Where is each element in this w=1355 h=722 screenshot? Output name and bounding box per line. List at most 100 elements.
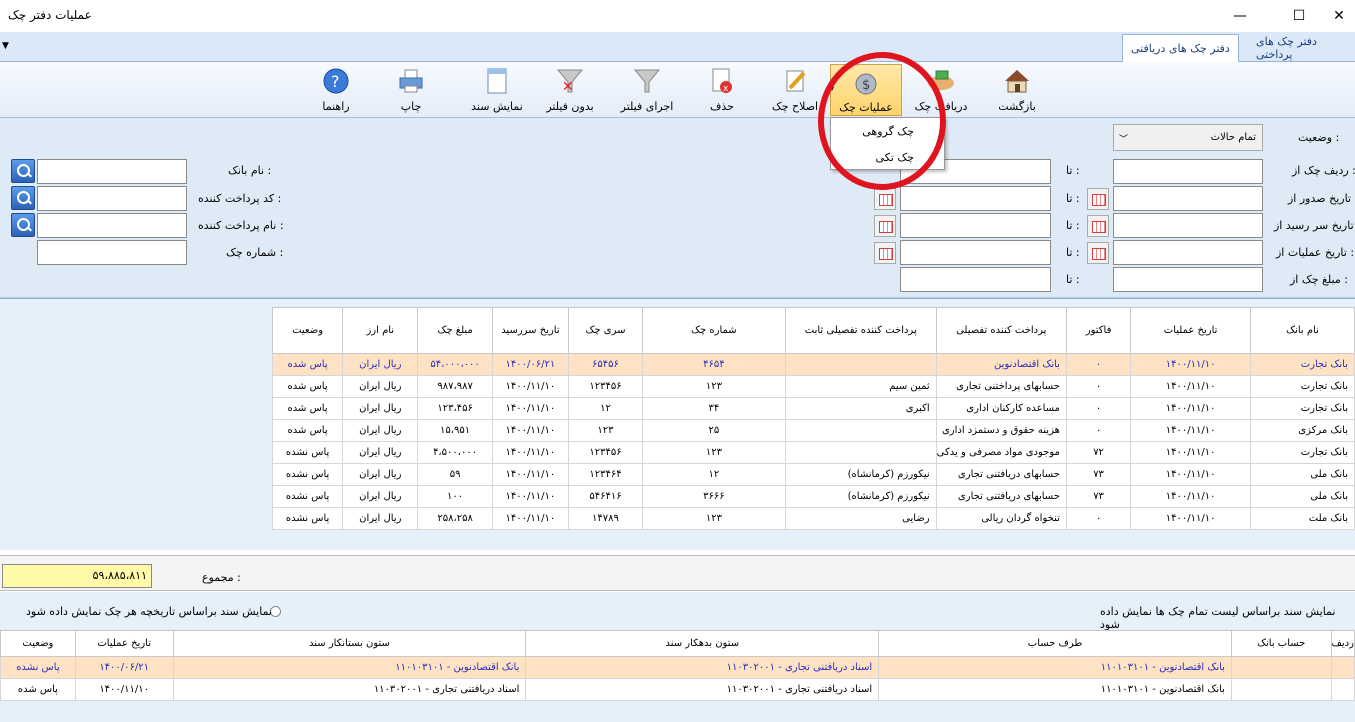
close-button[interactable]: ✕ (1316, 0, 1355, 32)
table-row[interactable]: پاس شده ریال ایران ۵۴،۰۰۰،۰۰۰ ۱۴۰۰/۰۶/۲۱ ۶۵۴… (271, 353, 1355, 376)
amount-from-label: مبلغ چک از : (1290, 273, 1348, 286)
table-cell: ریال ایران (342, 419, 419, 442)
tab-receivable-checks[interactable]: دفتر چک های دریافتی (1122, 34, 1239, 62)
col-header[interactable]: طرف حساب (878, 630, 1232, 657)
table-cell: بانک تجارت (1249, 353, 1355, 376)
delete-button[interactable]: x حذف (700, 64, 744, 116)
apply-filter-button[interactable]: اجرای فیلتر (616, 64, 678, 116)
calendar-icon[interactable] (874, 215, 896, 237)
check-operations-button[interactable]: $ عملیات چک (830, 64, 902, 116)
table-cell: ریال ایران (342, 375, 419, 398)
table-cell: ۴۶۵۴ (641, 353, 786, 376)
table-row[interactable]: پاس نشده ریال ایران ۲۵۸،۲۵۸ ۱۴۰۰/۱۱/۱۰ ۱۴۷۸۹… (271, 507, 1355, 530)
minimize-button[interactable]: — (1217, 0, 1263, 32)
col-header[interactable]: ردیف (1330, 630, 1355, 657)
table-cell: ۱۲۳،۴۵۶ (417, 397, 493, 420)
table-row[interactable]: پاس نشده ریال ایران ۵۹ ۱۴۰۰/۱۱/۱۰ ۱۲۳۴۶۴ ۱۲ نی… (271, 463, 1355, 486)
col-header[interactable]: وضعیت (271, 307, 344, 354)
pencil-icon (780, 66, 810, 96)
table-cell: مساعده کارکنان اداری (935, 397, 1067, 420)
table-cell: حسابهای دریافتنی تجاری (935, 485, 1067, 508)
payer-code-input[interactable] (37, 186, 187, 211)
table-cell (1330, 656, 1355, 679)
due-date-to-input[interactable] (900, 213, 1051, 238)
col-header[interactable]: شماره چک (641, 307, 786, 354)
table-row[interactable]: پاس نشده ریال ایران ۱۰۰ ۱۴۰۰/۱۱/۱۰ ۵۴۶۴۱۶ ۳۶۶… (271, 485, 1355, 508)
ops-date-to-input[interactable] (900, 240, 1051, 265)
table-cell: ۱۴۰۰/۱۱/۱۰ (491, 507, 570, 530)
col-header[interactable]: ستون بستانکار سند (172, 630, 527, 657)
issue-date-from-input[interactable] (1113, 186, 1263, 211)
receive-check-button[interactable]: دریافت چک (912, 64, 970, 116)
table-cell: ۶۵۴۵۶ (568, 353, 643, 376)
col-header[interactable]: تاریخ سررسید (491, 307, 570, 354)
table-row[interactable]: پاس شده ریال ایران ۹۸۷،۹۸۷ ۱۴۰۰/۱۱/۱۰ ۱۲۳۴۵۶… (271, 375, 1355, 398)
search-icon[interactable] (11, 213, 35, 237)
col-header[interactable]: پرداخت کننده تفصیلی (935, 307, 1067, 354)
delete-icon: x (707, 66, 737, 96)
print-button[interactable]: چاپ (388, 64, 434, 116)
no-filter-button[interactable]: ✕ بدون فیلتر (542, 64, 598, 116)
calendar-icon[interactable] (1087, 215, 1109, 237)
bank-name-input[interactable] (37, 159, 187, 184)
handshake-icon (926, 66, 956, 96)
search-icon[interactable] (11, 186, 35, 210)
col-header[interactable]: ستون بدهکار سند (525, 630, 880, 657)
table-cell: ۱۴۰۰/۱۱/۱۰ (1130, 441, 1251, 464)
table-cell: ۱۴۰۰/۱۱/۱۰ (491, 397, 570, 420)
help-button[interactable]: ? راهنما (316, 64, 356, 116)
ops-date-from-input[interactable] (1113, 240, 1263, 265)
house-icon (1002, 66, 1032, 96)
table-row[interactable]: پاس شده ریال ایران ۱۵،۹۵۱ ۱۴۰۰/۱۱/۱۰ ۱۲۳ ۲۵ هز… (271, 419, 1355, 442)
show-document-button[interactable]: نمایش سند (468, 64, 526, 116)
calendar-icon[interactable] (874, 188, 896, 210)
amount-from-input[interactable] (1113, 267, 1263, 292)
due-date-from-input[interactable] (1113, 213, 1263, 238)
search-icon[interactable] (11, 159, 35, 183)
serial-from-input[interactable] (1113, 159, 1263, 184)
table-row[interactable]: پاس شده ریال ایران ۱۲۳،۴۵۶ ۱۴۰۰/۱۱/۱۰ ۱۲ ۳۴ اک… (271, 397, 1355, 420)
col-header[interactable]: فاکتور (1065, 307, 1132, 354)
issue-date-to-input[interactable] (900, 186, 1051, 211)
table-cell: ۱۴۷۸۹ (568, 507, 643, 530)
amount-to-input[interactable] (900, 267, 1051, 292)
dropdown-arrow-icon[interactable]: ▾ (830, 84, 834, 93)
table-cell: ۹۸۷،۹۸۷ (417, 375, 493, 398)
table-cell: ۱۴۰۰/۱۱/۱۰ (491, 441, 570, 464)
col-header[interactable]: نام ارز (342, 307, 419, 354)
check-number-input[interactable] (37, 240, 187, 265)
col-header[interactable]: تاریخ عملیات (74, 630, 174, 657)
table-cell: رضایی (784, 507, 937, 530)
col-header[interactable]: وضعیت (0, 630, 76, 657)
table-row[interactable]: پاس نشده ریال ایران ۴،۵۰۰،۰۰۰ ۱۴۰۰/۱۱/۱۰ ۱۲۳… (271, 441, 1355, 464)
table-cell (784, 353, 937, 376)
col-header[interactable]: نام بانک (1249, 307, 1355, 354)
table-cell: اکبری (784, 397, 937, 420)
col-header[interactable]: حساب بانک (1230, 630, 1332, 657)
svg-text:?: ? (331, 72, 340, 91)
calendar-icon[interactable] (1087, 188, 1109, 210)
menu-item-group-check[interactable]: چک گروهی (831, 120, 944, 144)
table-cell: پاس نشده (271, 485, 344, 508)
col-header[interactable]: سری چک (568, 307, 643, 354)
calendar-icon[interactable] (874, 242, 896, 264)
document-mode-options: نمایش سند براساس تاریخچه هر چک نمایش داد… (0, 592, 1355, 631)
table-row[interactable]: پاس شده ۱۴۰۰/۱۱/۱۰ ۱۱۰۳۰۲۰۰۱ - اسناد دریاف… (0, 678, 1355, 701)
checks-grid-panel: وضعیت نام ارز مبلغ چک تاریخ سررسید سری چ… (0, 298, 1355, 550)
col-header[interactable]: مبلغ چک (417, 307, 493, 354)
chevron-down-icon: ﹀ (1119, 135, 1129, 145)
edit-check-button[interactable]: اصلاح چک (768, 64, 822, 116)
menu-item-single-check[interactable]: چک تکی (831, 146, 944, 170)
col-header[interactable]: تاریخ عملیات (1130, 307, 1251, 354)
tab-payable-checks[interactable]: دفتر چک های پرداختی (1248, 34, 1355, 62)
col-header[interactable]: پرداخت کننده تفصیلی ثابت (784, 307, 937, 354)
status-select[interactable]: ﹀ تمام حالات (1113, 124, 1263, 151)
back-button[interactable]: بازگشت (995, 64, 1039, 116)
calendar-icon[interactable] (1087, 242, 1109, 264)
payer-name-input[interactable] (37, 213, 187, 238)
table-row[interactable]: پاس نشده ۱۴۰۰/۰۶/۲۱ ۱۱۰۱۰۳۱۰۱ - بانک اقتصا… (0, 656, 1355, 679)
check-operations-menu: چک گروهی چک تکی (830, 117, 945, 170)
table-cell: بانک تجارت (1249, 397, 1355, 420)
table-cell: بانک تجارت (1249, 375, 1355, 398)
tab-overflow-icon[interactable]: ▼ (2, 41, 9, 51)
